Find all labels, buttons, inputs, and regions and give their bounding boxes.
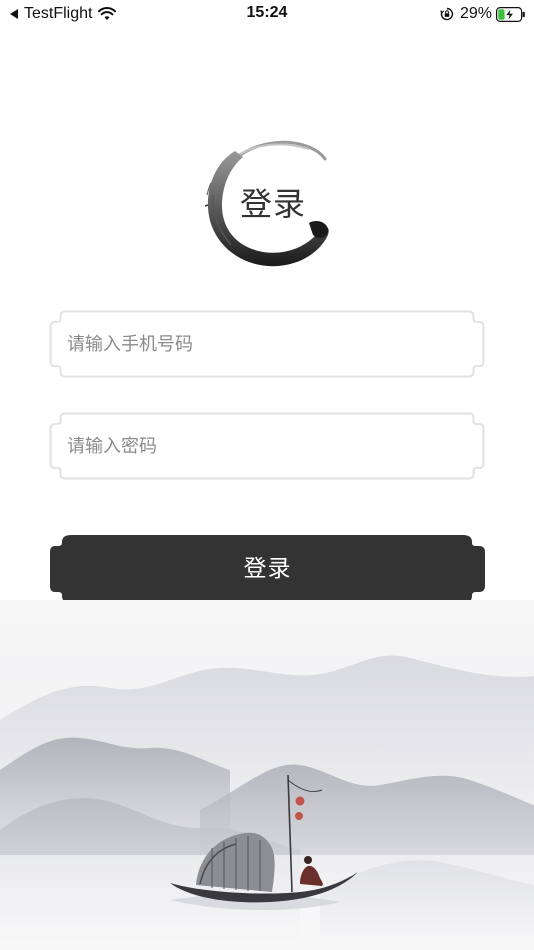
login-logo: 登录 <box>205 135 331 269</box>
logo-title: 登录 <box>239 185 306 223</box>
phone-input[interactable] <box>67 322 467 366</box>
orientation-lock-icon <box>440 7 454 21</box>
login-button[interactable]: 登录 <box>49 534 486 604</box>
battery-percent: 29% <box>459 5 492 22</box>
status-bar: TestFlight 15:24 29% <box>0 0 534 28</box>
battery-charging-icon <box>496 6 525 22</box>
status-right: 29% <box>440 4 526 24</box>
ink-landscape-illustration <box>0 600 534 950</box>
password-input[interactable] <box>67 424 467 468</box>
login-button-label: 登录 <box>243 556 292 582</box>
phone-field[interactable] <box>49 310 485 378</box>
password-field[interactable] <box>49 412 485 480</box>
